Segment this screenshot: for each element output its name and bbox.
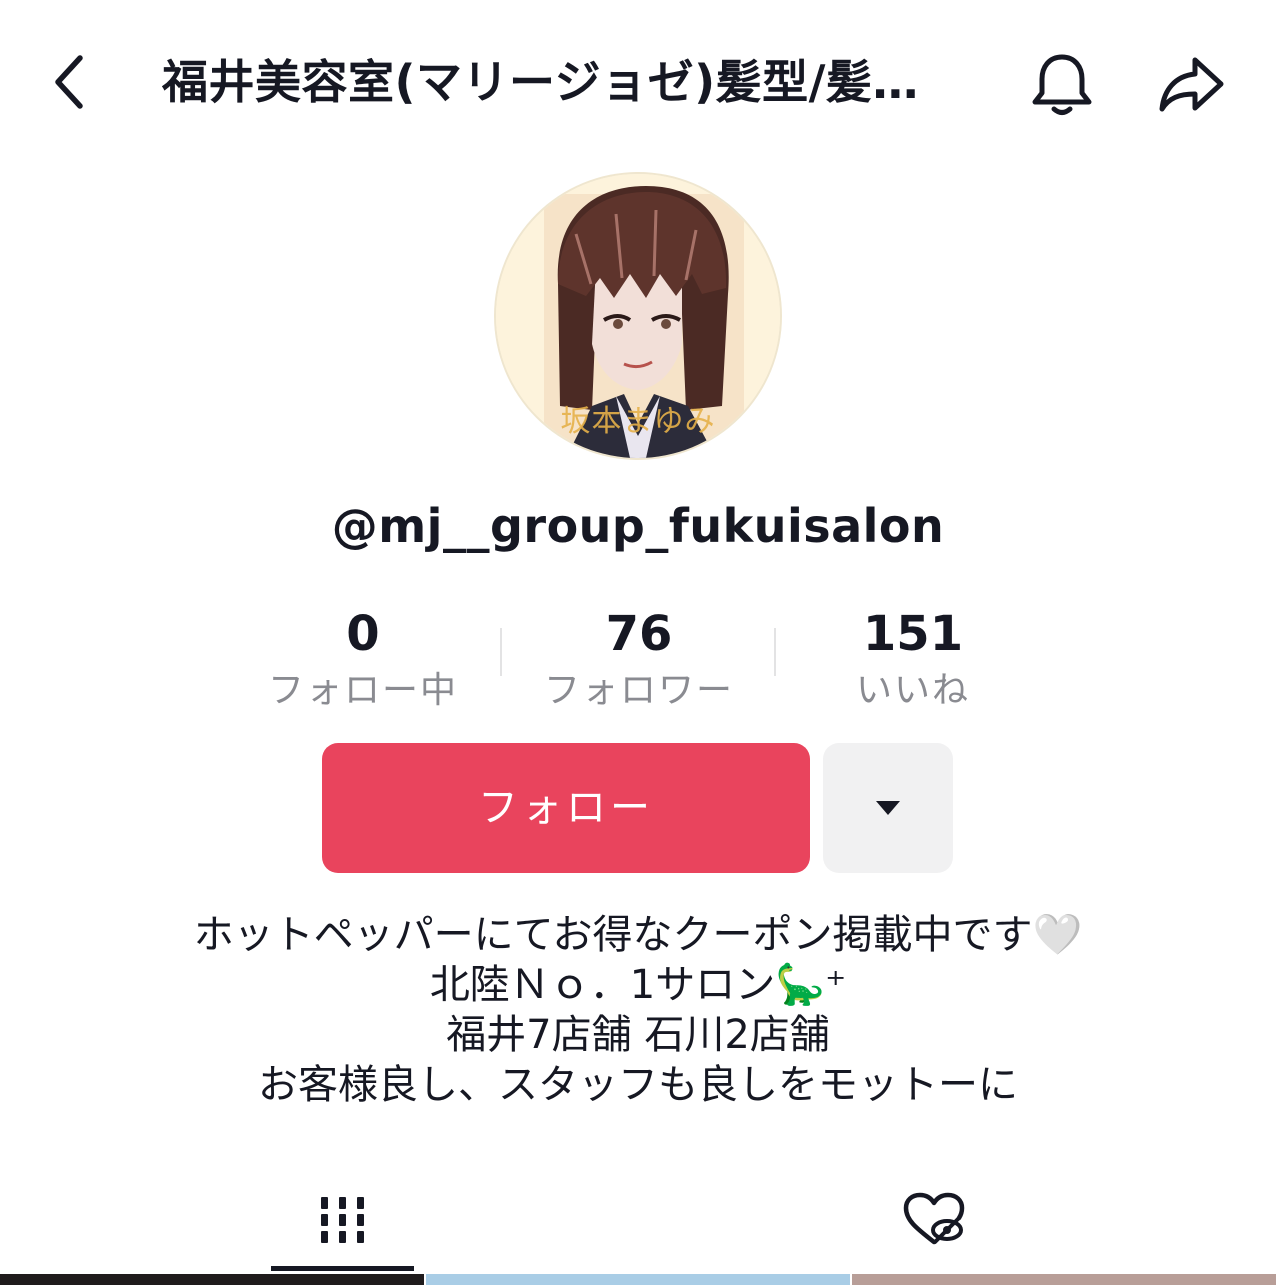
bio-line: 北陸Ｎｏ．1サロン🦕⁺ (429, 962, 847, 1008)
back-button[interactable] (38, 50, 102, 114)
video-thumbnail[interactable] (0, 1274, 424, 1285)
stat-likes[interactable]: 151 いいね (776, 600, 1050, 720)
profile-avatar[interactable]: 坂本まゆみ (496, 174, 780, 458)
video-grid (0, 1274, 1276, 1285)
active-tab-indicator (271, 1266, 414, 1271)
notification-button[interactable] (1024, 46, 1100, 122)
stat-followers-count: 76 (605, 606, 673, 662)
tab-videos[interactable] (271, 1170, 414, 1270)
page-title: 福井美容室(マリージョゼ)髪型/髪… (162, 55, 919, 109)
grid-icon (320, 1197, 364, 1243)
share-arrow-icon (1159, 57, 1224, 112)
bio-line: 福井7店舗 石川2店舗 (446, 1012, 830, 1058)
stat-likes-count: 151 (862, 606, 964, 662)
suggested-accounts-button[interactable] (823, 743, 953, 873)
share-button[interactable] (1152, 46, 1232, 122)
avatar-caption: 坂本まゆみ (560, 404, 716, 439)
stat-following-count: 0 (346, 606, 380, 662)
video-thumbnail[interactable] (852, 1274, 1276, 1285)
stat-followers-label: フォロワー (543, 670, 734, 711)
stat-following-label: フォロー中 (267, 670, 458, 711)
bio-line: お客様良し、スタッフも良しをモットーに (258, 1062, 1018, 1108)
bio-line: ホットペッパーにてお得なクーポン掲載中です🤍 (193, 912, 1083, 958)
stat-following[interactable]: 0 フォロー中 (226, 600, 500, 720)
caret-down-icon (876, 801, 900, 815)
content-tabs (0, 1170, 1276, 1274)
username: @mj__group_fukuisalon (331, 499, 945, 553)
liked-hidden-icon (903, 1192, 964, 1245)
profile-bio: ホットペッパーにてお得なクーポン掲載中です🤍 北陸Ｎｏ．1サロン🦕⁺ 福井7店舗… (0, 910, 1276, 1110)
stat-likes-label: いいね (855, 670, 970, 711)
follow-button[interactable]: フォロー (322, 743, 810, 873)
chevron-left-icon (55, 55, 83, 109)
bell-icon (1032, 54, 1092, 115)
video-thumbnail[interactable] (426, 1274, 850, 1285)
stat-followers[interactable]: 76 フォロワー (502, 600, 776, 720)
tab-liked[interactable] (862, 1170, 1005, 1270)
profile-stats: 0 フォロー中 76 フォロワー 151 いいね (226, 600, 1050, 720)
top-nav-bar: 福井美容室(マリージョゼ)髪型/髪… (0, 0, 1276, 170)
